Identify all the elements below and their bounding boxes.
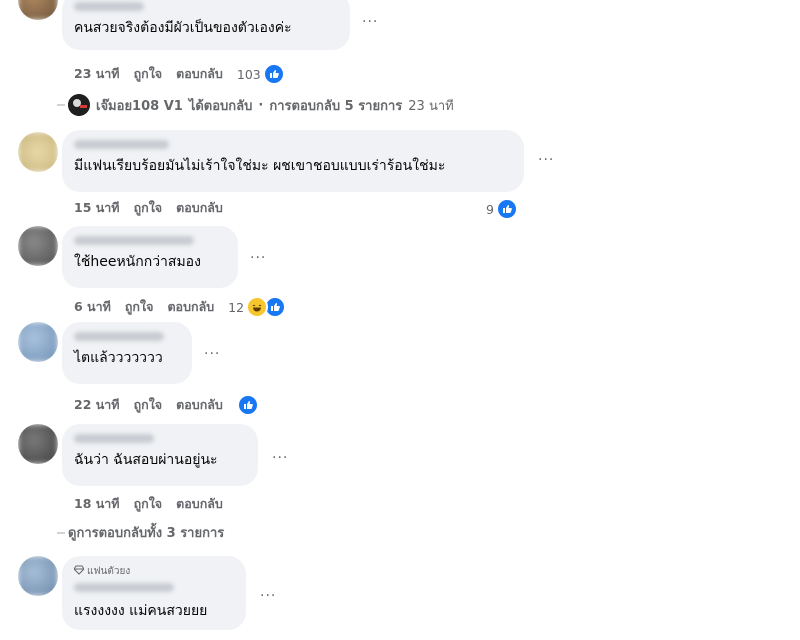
more-options-button[interactable]: ··· — [260, 588, 276, 604]
reaction-summary[interactable]: 103 — [237, 63, 285, 85]
reply-button[interactable]: ตอบกลับ — [176, 64, 223, 84]
thumbs-up-icon — [262, 63, 285, 85]
comment-bubble: ใช้heeหนักกว่าสมอง — [62, 226, 238, 288]
separator: · — [258, 97, 264, 113]
reaction-summary[interactable]: 9 — [486, 198, 518, 220]
like-button[interactable]: ถูกใจ — [134, 494, 163, 514]
comment-time[interactable]: 18 นาที — [74, 494, 120, 514]
comment-actions: 18 นาที ถูกใจ ตอบกลับ — [74, 494, 223, 514]
avatar[interactable] — [18, 132, 58, 172]
comment-actions: 15 นาที ถูกใจ ตอบกลับ — [74, 198, 223, 218]
like-button[interactable]: ถูกใจ — [134, 64, 163, 84]
reply-button[interactable]: ตอบกลับ — [167, 297, 214, 317]
comment-text: คนสวยจริงต้องมีผัวเป็นของตัวเองค่ะ — [74, 20, 292, 36]
comment-bubble: คนสวยจริงต้องมีผัวเป็นของตัวเองค่ะ — [62, 0, 350, 50]
comment-text: แรงงงงง แม่คนสวยยย — [74, 603, 208, 619]
comment-time[interactable]: 22 นาที — [74, 395, 120, 415]
reply-button[interactable]: ตอบกลับ — [176, 494, 223, 514]
replier-avatar — [68, 94, 90, 116]
comment-bubble: ฉันว่า ฉันสอบผ่านอยู่นะ — [62, 424, 258, 486]
haha-emoji-icon — [246, 296, 269, 318]
view-replies-link[interactable]: ดูการตอบกลับทั้ง 3 รายการ — [68, 522, 224, 543]
like-button[interactable]: ถูกใจ — [134, 395, 163, 415]
reaction-summary[interactable] — [236, 394, 259, 416]
comment-time[interactable]: 6 นาที — [74, 297, 111, 317]
thread-connector — [57, 104, 65, 106]
comment-actions: 6 นาที ถูกใจ ตอบกลับ 12 — [74, 296, 287, 318]
reaction-summary[interactable]: 12 — [228, 296, 287, 318]
like-button[interactable]: ถูกใจ — [134, 198, 163, 218]
comment-text: มีแฟนเรียบร้อยมันไม่เร้าใจใช่มะ ผชเขาชอบ… — [74, 158, 446, 174]
commenter-name[interactable] — [74, 583, 174, 592]
fan-badge-label: แฟนตัวยง — [87, 566, 131, 577]
thumbs-up-icon — [236, 394, 259, 416]
comment-time[interactable]: 23 นาที — [74, 64, 120, 84]
avatar[interactable] — [18, 424, 58, 464]
avatar[interactable] — [18, 0, 58, 20]
view-replies-link[interactable]: เจ๊มอย108 V1 ได้ตอบกลับ · การตอบกลับ 5 ร… — [68, 94, 454, 116]
comment-time[interactable]: 15 นาที — [74, 198, 120, 218]
comment-actions: 22 นาที ถูกใจ ตอบกลับ — [74, 394, 259, 416]
reply-count: การตอบกลับ 5 รายการ — [269, 98, 403, 114]
comment-text: ใช้heeหนักกว่าสมอง — [74, 254, 201, 270]
fan-badge: แฟนตัวยง — [73, 564, 234, 579]
replier-name: เจ๊มอย108 V1 — [96, 98, 183, 114]
diamond-icon — [73, 565, 85, 578]
comment-bubble: แฟนตัวยง แรงงงงง แม่คนสวยยย — [62, 556, 246, 630]
like-button[interactable]: ถูกใจ — [125, 297, 154, 317]
commenter-name[interactable] — [74, 140, 169, 149]
commenter-name[interactable] — [74, 332, 164, 341]
reply-button[interactable]: ตอบกลับ — [176, 198, 223, 218]
reply-button[interactable]: ตอบกลับ — [176, 395, 223, 415]
thumbs-up-icon — [495, 198, 518, 220]
reaction-count: 9 — [486, 201, 494, 217]
comment-text: ฉันว่า ฉันสอบผ่านอยู่นะ — [74, 452, 218, 468]
avatar[interactable] — [18, 556, 58, 596]
more-options-button[interactable]: ··· — [250, 250, 266, 266]
more-options-button[interactable]: ··· — [204, 346, 220, 362]
commenter-name[interactable] — [74, 2, 144, 11]
avatar[interactable] — [18, 226, 58, 266]
comment-bubble: ไตแล้ววววววว — [62, 322, 192, 384]
view-replies-text: ดูการตอบกลับทั้ง 3 รายการ — [68, 526, 225, 541]
thread-connector — [57, 532, 65, 534]
comment-bubble: มีแฟนเรียบร้อยมันไม่เร้าใจใช่มะ ผชเขาชอบ… — [62, 130, 524, 192]
reply-action: ได้ตอบกลับ — [188, 98, 253, 114]
commenter-name[interactable] — [74, 236, 194, 245]
reply-time: 23 นาที — [408, 98, 454, 114]
comment-text: ไตแล้ววววววว — [74, 350, 163, 366]
more-options-button[interactable]: ··· — [538, 152, 554, 168]
more-options-button[interactable]: ··· — [272, 450, 288, 466]
more-options-button[interactable]: ··· — [362, 14, 378, 30]
comment-actions: 23 นาที ถูกใจ ตอบกลับ 103 — [74, 63, 285, 85]
reaction-count: 12 — [228, 299, 245, 315]
commenter-name[interactable] — [74, 434, 154, 443]
avatar[interactable] — [18, 322, 58, 362]
reaction-count: 103 — [236, 66, 261, 82]
